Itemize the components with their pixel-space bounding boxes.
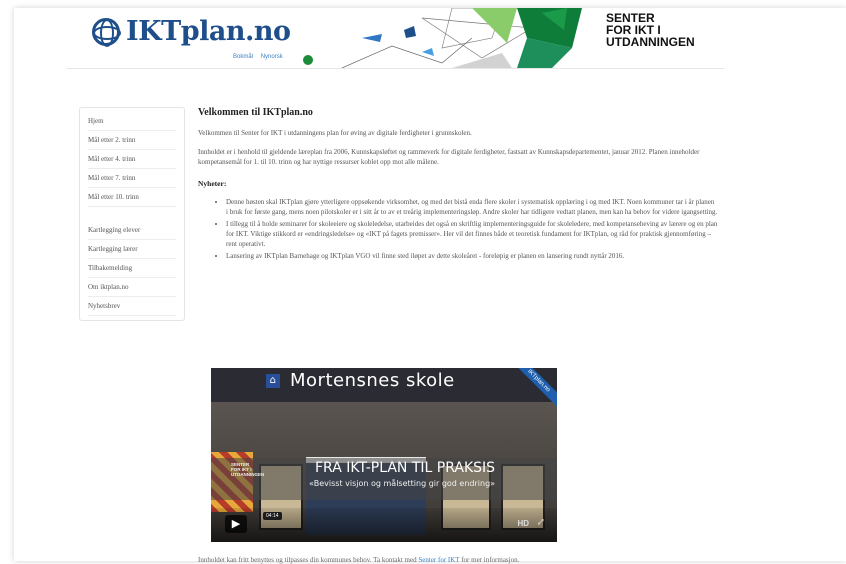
video-title-overlay: SENTER FOR IKT I UTDANNINGEN FRA IKT-PLA… bbox=[211, 458, 557, 500]
globe-icon bbox=[92, 17, 121, 47]
news-heading: Nyheter: bbox=[198, 179, 227, 188]
news-list: Denne høsten skal IKTplan gjøre ytterlig… bbox=[198, 197, 718, 261]
video-duration: 04:14 bbox=[263, 512, 282, 520]
site-logo[interactable]: IKTplan.no bbox=[92, 16, 291, 47]
video-subtitle: «Bevisst visjon og målsetting gir god en… bbox=[309, 479, 496, 488]
sidebar-item-trinn-10[interactable]: Mål etter 10. trinn bbox=[88, 188, 176, 207]
sidebar-item-nyhetsbrev[interactable]: Nyhetsbrev bbox=[88, 297, 176, 316]
sidebar-item-trinn-7[interactable]: Mål etter 7. trinn bbox=[88, 169, 176, 188]
video-player[interactable]: ⌂ Mortensnes skole IKTplan.no SENTER FOR… bbox=[211, 368, 557, 542]
hd-toggle[interactable]: HD bbox=[517, 519, 529, 528]
news-item: Denne høsten skal IKTplan gjøre ytterlig… bbox=[226, 197, 718, 217]
main-content: Velkommen til IKTplan.no Velkommen til S… bbox=[198, 107, 718, 263]
footer-prefix: Innholdet kan fritt benyttes og tilpasse… bbox=[198, 556, 419, 564]
sidebar-nav: Hjem Mål etter 2. trinn Mål etter 4. tri… bbox=[79, 107, 185, 321]
partner-logo[interactable]: SENTER FOR IKT I UTDANNINGEN bbox=[606, 12, 695, 48]
footer-link[interactable]: Senter for IKT bbox=[418, 556, 459, 564]
sidebar-item-kartlegging-elever[interactable]: Kartlegging elever bbox=[88, 221, 176, 240]
sidebar-item-trinn-2[interactable]: Mål etter 2. trinn bbox=[88, 131, 176, 150]
language-link-nynorsk[interactable]: Nynorsk bbox=[261, 54, 283, 60]
sign-logo-icon: ⌂ bbox=[266, 373, 280, 388]
video-partner-logo: SENTER FOR IKT I UTDANNINGEN bbox=[231, 462, 264, 477]
logo-text: IKTplan.no bbox=[126, 16, 291, 47]
news-item: I tillegg til å holde seminarer for skol… bbox=[226, 219, 718, 249]
intro-text: Velkommen til Senter for IKT i utdanning… bbox=[198, 129, 472, 137]
news-item: Lansering av IKTplan Barnehage og IKTpla… bbox=[226, 251, 718, 261]
sidebar-group-goals: Hjem Mål etter 2. trinn Mål etter 4. tri… bbox=[80, 112, 184, 207]
sidebar-item-tilbakemelding[interactable]: Tilbakemelding bbox=[88, 259, 176, 278]
page-title: Velkommen til IKTplan.no bbox=[198, 107, 313, 118]
footer-suffix: for mer informasjon. bbox=[459, 556, 520, 564]
sidebar-item-home[interactable]: Hjem bbox=[88, 112, 176, 131]
sidebar-group-other: Kartlegging elever Kartlegging lærer Til… bbox=[80, 221, 184, 316]
partner-line-3: UTDANNINGEN bbox=[606, 35, 695, 49]
video-title: FRA IKT-PLAN TIL PRAKSIS bbox=[315, 460, 496, 476]
fullscreen-icon[interactable]: ⤢ bbox=[537, 517, 545, 528]
video-partner-line-3: UTDANNINGEN bbox=[231, 472, 265, 477]
sign-text: Mortensnes skole bbox=[290, 370, 455, 391]
language-links: Bokmål Nynorsk bbox=[233, 54, 289, 60]
sidebar-item-kartlegging-laerer[interactable]: Kartlegging lærer bbox=[88, 240, 176, 259]
play-icon[interactable]: ▶ bbox=[225, 515, 247, 533]
language-link-bokmal[interactable]: Bokmål bbox=[233, 54, 253, 60]
sidebar-item-om[interactable]: Om iktplan.no bbox=[88, 278, 176, 297]
footer-text: Innholdet kan fritt benyttes og tilpasse… bbox=[198, 556, 519, 564]
video-sign: ⌂ Mortensnes skole bbox=[266, 370, 455, 391]
description-text: Innholdet er i henhold til gjeldende lær… bbox=[198, 148, 700, 166]
header-graphic bbox=[303, 8, 582, 68]
sidebar-item-trinn-4[interactable]: Mål etter 4. trinn bbox=[88, 150, 176, 169]
video-controls: ▶ 04:14 HD ⤢ bbox=[211, 508, 557, 542]
site-header: IKTplan.no Bokmål Nynorsk SENTER FOR IKT… bbox=[66, 8, 724, 69]
